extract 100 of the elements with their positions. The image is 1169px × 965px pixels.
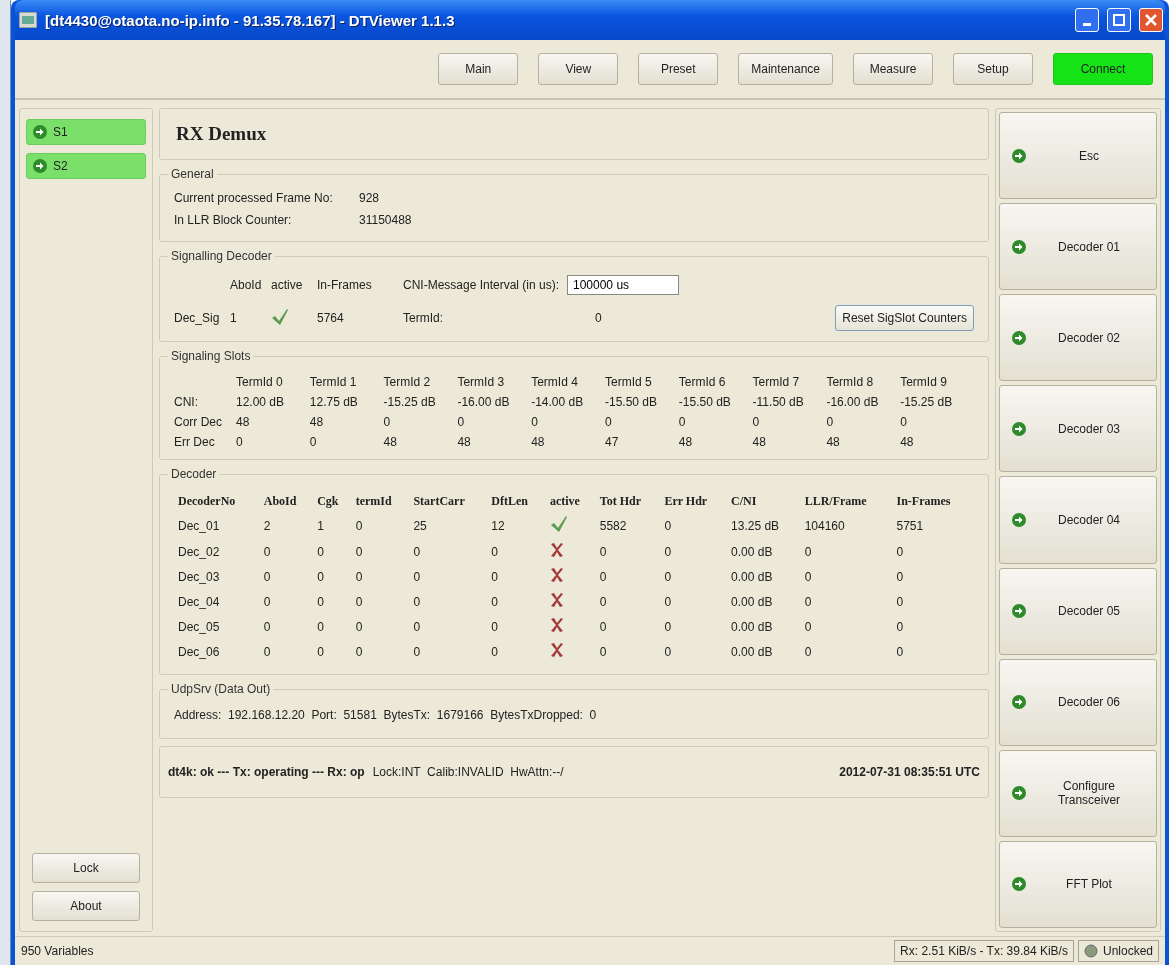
table-cell-text: 12.00 dB: [236, 395, 286, 409]
column-header: In-Frames: [317, 278, 373, 292]
table-cell-text: 0: [598, 618, 608, 636]
table-cell-text: 0: [490, 643, 499, 661]
table-cell-text: 0: [262, 593, 272, 611]
nav-button[interactable]: Decoder 05: [999, 567, 1157, 655]
table-cell-text: 0: [663, 618, 673, 636]
side-button[interactable]: About: [32, 891, 140, 921]
table-cell-text: 48: [900, 435, 915, 449]
column-header: TermId 8: [826, 375, 875, 389]
close-button[interactable]: [1139, 8, 1163, 32]
cross-icon: [549, 542, 564, 558]
table-cell-text: 0: [412, 643, 422, 661]
column-header: DecoderNo: [177, 493, 237, 510]
toolbar-button[interactable]: Measure: [853, 53, 933, 85]
variables-count: 950 Variables: [21, 944, 94, 958]
table-cell-text: Dec_04: [177, 593, 221, 611]
minimize-button[interactable]: [1075, 8, 1099, 32]
table-cell-text: -16.00 dB: [826, 395, 880, 409]
toolbar-button[interactable]: Maintenance: [738, 53, 833, 85]
table-cell-text: 0.00 dB: [730, 543, 774, 561]
table-cell-text: 0: [663, 543, 673, 561]
table-cell-text: 0: [490, 593, 499, 611]
table-cell-text: 0: [490, 618, 499, 636]
maximize-button[interactable]: [1107, 8, 1131, 32]
table-cell-text: 12.75 dB: [309, 395, 359, 409]
table-cell-text: 48: [678, 435, 694, 449]
table-cell-text: Dec_03: [177, 568, 221, 586]
nav-button[interactable]: FFT Plot: [999, 840, 1157, 928]
toolbar-button[interactable]: Main: [438, 53, 519, 85]
table-cell-text: 0: [354, 593, 364, 611]
column-header: Cgk: [316, 493, 340, 510]
nav-button[interactable]: Decoder 02: [999, 294, 1157, 382]
nav-button[interactable]: Configure Transceiver: [999, 749, 1157, 837]
side-button[interactable]: Lock: [32, 853, 140, 883]
table-cell-text: 0: [663, 517, 673, 535]
table-cell-text: 48: [457, 435, 472, 449]
table-cell-text: 48: [383, 435, 398, 449]
table-cell-text: 0.00 dB: [730, 568, 774, 586]
toolbar-button[interactable]: Setup: [953, 53, 1033, 85]
table-cell-text: 0: [490, 543, 499, 561]
table-cell-text: 0: [803, 568, 813, 586]
reset-button[interactable]: Reset SigSlot Counters: [835, 305, 974, 331]
group-title: Signalling Decoder: [170, 249, 273, 263]
table-cell-text: 0: [598, 593, 608, 611]
connect-button[interactable]: Connect: [1053, 53, 1153, 85]
table-cell-text: 0: [663, 568, 673, 586]
nav-button[interactable]: S1: [26, 119, 146, 145]
table-cell-text: 0: [895, 593, 905, 611]
table-cell-text: 0: [900, 415, 908, 429]
table-cell-text: 0: [598, 643, 608, 661]
table-cell-text: Dec_01: [177, 517, 221, 535]
nav-button[interactable]: Esc: [999, 112, 1157, 200]
column-header: TermId 2: [383, 375, 432, 389]
table-cell-text: 48: [531, 435, 546, 449]
table-cell-text: 0: [803, 643, 813, 661]
table-cell-text: 0: [316, 543, 325, 561]
close-icon: [1145, 14, 1157, 26]
timestamp: 2012-07-31 08:35:51 UTC: [839, 765, 980, 779]
interval-field[interactable]: 100000 us: [567, 275, 679, 295]
table-cell-text: 0: [598, 568, 608, 586]
minimize-icon: [1083, 22, 1091, 26]
table-cell-text: 0: [316, 643, 325, 661]
column-header: TermId 0: [236, 375, 284, 389]
table-cell-text: 0: [412, 543, 422, 561]
nav-button[interactable]: Decoder 04: [999, 476, 1157, 564]
table-cell-text: 48: [236, 415, 251, 429]
table-cell-text: 0: [262, 643, 272, 661]
table-cell-text: 0: [354, 618, 364, 636]
table-cell-text: 48: [752, 435, 767, 449]
status-text: dt4k: ok --- Tx: operating --- Rx: op: [168, 765, 365, 779]
column-header: Err Hdr: [663, 493, 709, 510]
table-cell-text: 1: [316, 517, 325, 535]
table-cell-text: 0: [412, 593, 422, 611]
column-header: TermId 4: [531, 375, 579, 389]
nav-button[interactable]: Decoder 06: [999, 658, 1157, 746]
nav-button[interactable]: Decoder 03: [999, 385, 1157, 473]
table-cell-text: 25: [412, 517, 428, 535]
column-header: TermId 9: [900, 375, 948, 389]
window-title: [dt4430@otaota.no-ip.info - 91.35.78.167] - DTViewer 1.1.3: [45, 11, 456, 29]
column-header: Tot Hdr: [598, 493, 642, 510]
cross-icon: [549, 642, 564, 658]
table-cell-text: 0: [383, 415, 392, 429]
table-cell-text: 0: [895, 643, 905, 661]
table-cell-text: 0.00 dB: [730, 618, 774, 636]
arrow-icon: [33, 159, 47, 173]
arrow-icon: [1012, 513, 1026, 527]
nav-button[interactable]: S2: [26, 153, 146, 179]
table-cell-text: -16.00 dB: [457, 395, 511, 409]
column-header: TermId 6: [678, 375, 727, 389]
field-value: 928: [359, 191, 381, 205]
table-cell-text: 0: [895, 543, 905, 561]
nav-button[interactable]: Decoder 01: [999, 203, 1157, 291]
column-header: In-Frames: [895, 493, 952, 510]
table-cell-text: 47: [605, 435, 620, 449]
column-header: StartCarr: [412, 493, 466, 510]
table-cell-text: 1: [230, 311, 238, 325]
toolbar-button[interactable]: View: [538, 53, 619, 85]
table-cell-text: 0: [236, 435, 244, 449]
toolbar-button[interactable]: Preset: [638, 53, 719, 85]
